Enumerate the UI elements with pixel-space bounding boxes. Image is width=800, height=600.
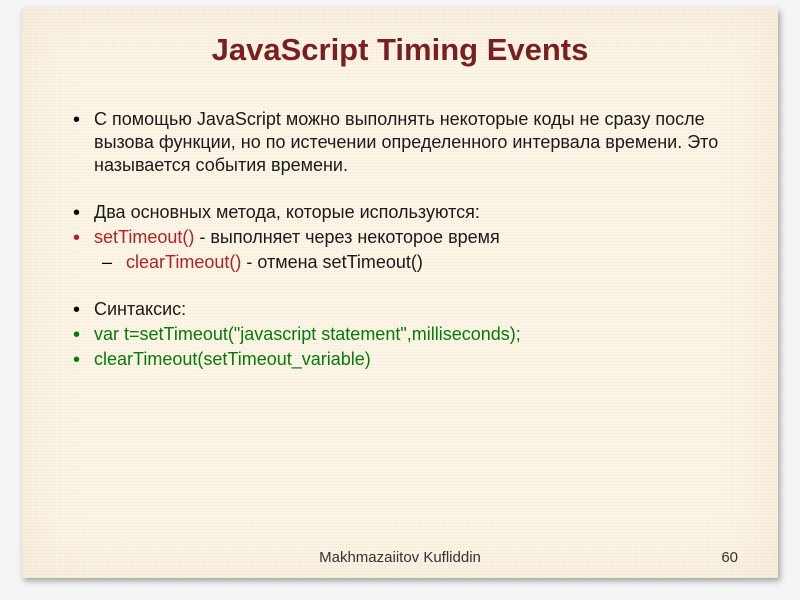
text-settimeout-desc: - выполняет через некоторое время: [194, 227, 499, 247]
slide-body: JavaScript Timing Events С помощью JavaS…: [22, 8, 778, 578]
bullet-syntax-settimeout: var t=setTimeout("javascript statement",…: [70, 323, 738, 346]
spacer: [70, 276, 738, 298]
footer-author: Makhmazaiitov Kufliddin: [22, 549, 778, 566]
bullet-settimeout: setTimeout() - выполняет через некоторое…: [70, 226, 738, 249]
text-cleartimeout-name: clearTimeout(): [126, 252, 241, 272]
text-syntax-heading: Синтаксис:: [94, 299, 186, 319]
text-syntax-cleartimeout: clearTimeout(setTimeout_variable): [94, 349, 371, 369]
bullet-intro: С помощью JavaScript можно выполнять нек…: [70, 108, 738, 177]
text-syntax-settimeout: var t=setTimeout("javascript statement",…: [94, 324, 521, 344]
bullet-methods-heading: Два основных метода, которые используютс…: [70, 201, 738, 224]
spacer: [70, 179, 738, 201]
text-cleartimeout-desc: - отмена setTimeout(): [241, 252, 423, 272]
slide-frame: JavaScript Timing Events С помощью JavaS…: [0, 0, 800, 600]
slide-content: С помощью JavaScript можно выполнять нек…: [70, 108, 738, 373]
bullet-syntax-heading: Синтаксис:: [70, 298, 738, 321]
text-methods-heading: Два основных метода, которые используютс…: [94, 202, 480, 222]
bullet-syntax-cleartimeout: clearTimeout(setTimeout_variable): [70, 348, 738, 371]
text-settimeout-name: setTimeout(): [94, 227, 194, 247]
text-intro: С помощью JavaScript можно выполнять нек…: [94, 109, 718, 175]
subbullet-cleartimeout: clearTimeout() - отмена setTimeout(): [70, 251, 738, 274]
footer-page-number: 60: [721, 549, 738, 566]
slide-title: JavaScript Timing Events: [22, 32, 778, 68]
